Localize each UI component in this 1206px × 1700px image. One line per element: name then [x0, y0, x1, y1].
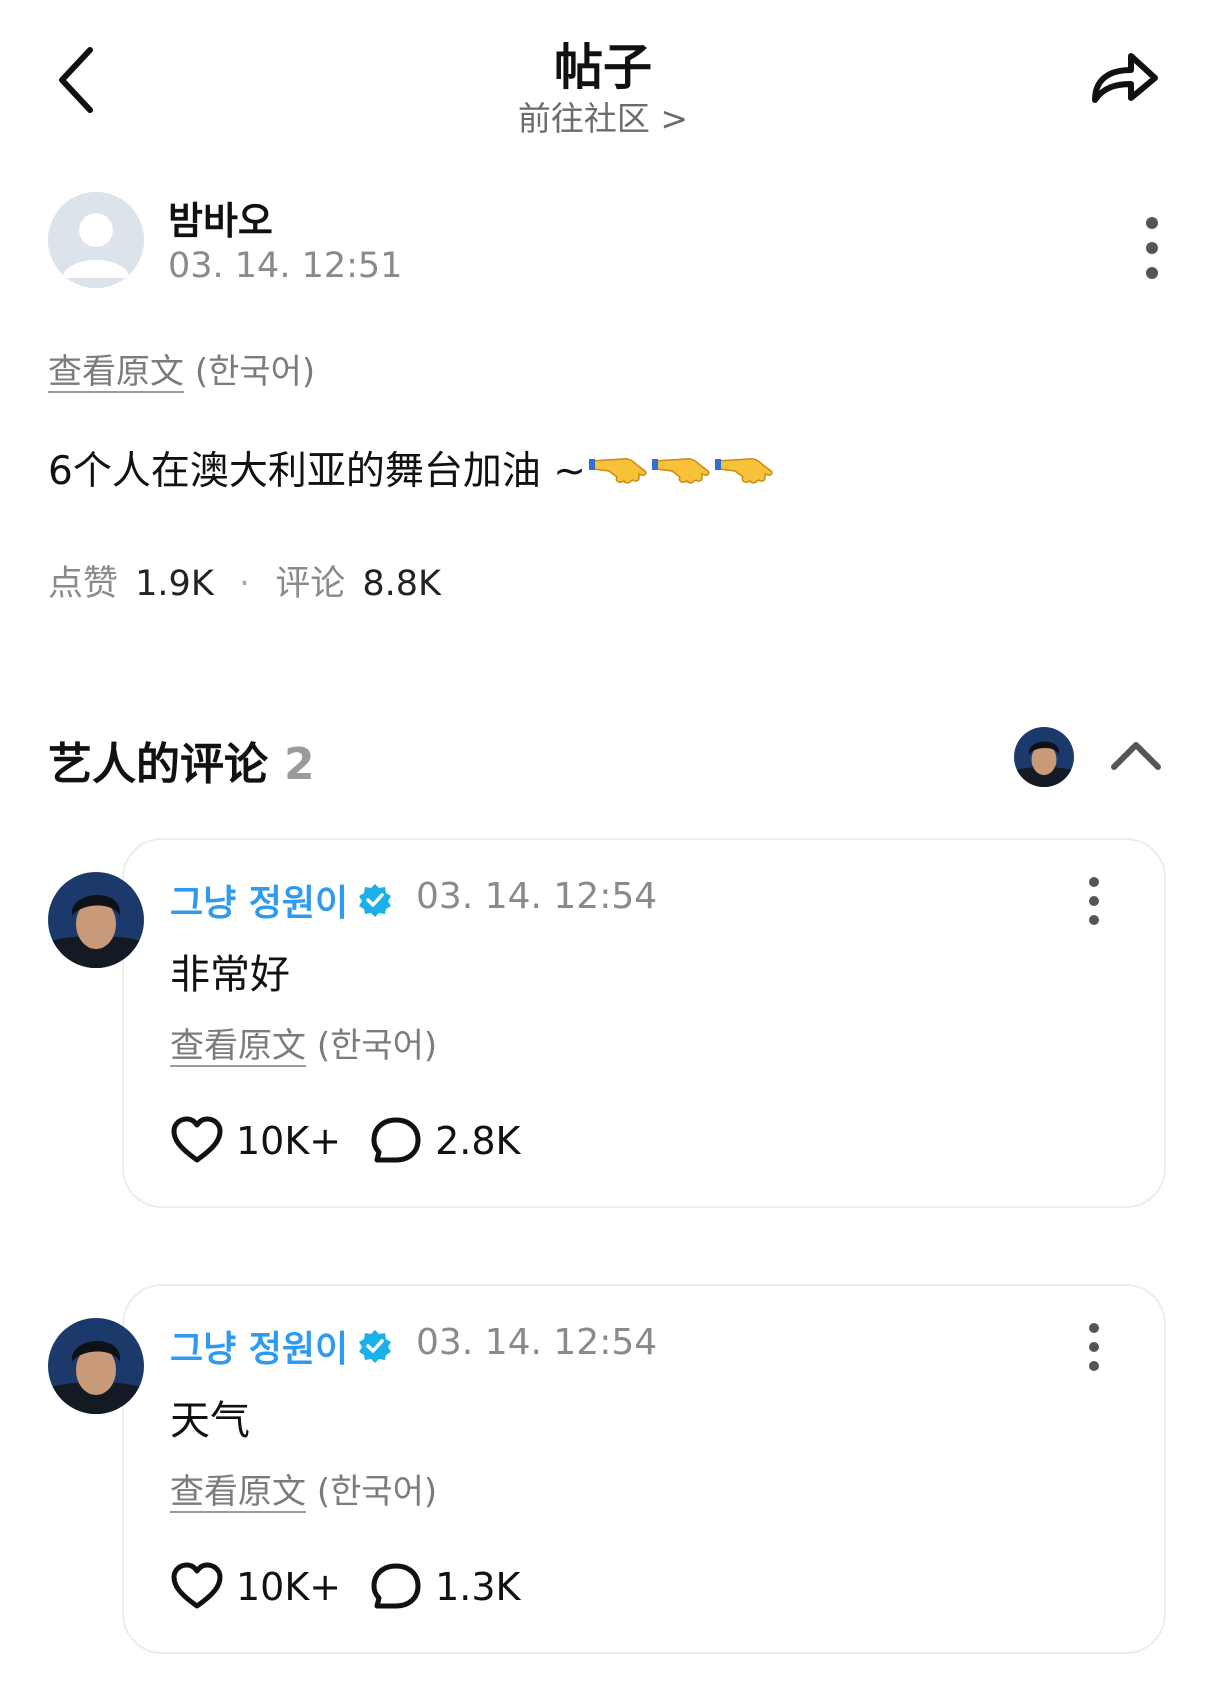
- comment-actions: 10K+ 1.3K: [170, 1562, 520, 1612]
- artist-comments-count: 2: [284, 739, 315, 790]
- artist-portrait-icon: [48, 872, 144, 968]
- artist-avatar[interactable]: [1014, 727, 1074, 787]
- comment-actions: 10K+ 2.8K: [170, 1116, 520, 1166]
- page-title: 帖子: [553, 39, 652, 96]
- comment-bubble-icon: [371, 1563, 421, 1609]
- commenter-name[interactable]: 그냥 정원이: [170, 874, 392, 926]
- original-language: (한국어): [316, 1026, 438, 1066]
- hand-pointing-icon: [588, 458, 647, 484]
- commenter-avatar[interactable]: [48, 872, 144, 968]
- comment-timestamp: 03. 14. 12:54: [416, 1322, 658, 1363]
- comments-label: 评论: [275, 564, 346, 604]
- post-author-name[interactable]: 밤바오: [168, 190, 273, 245]
- share-button[interactable]: [1085, 40, 1165, 120]
- commenter-name-text: 그냥 정원이: [170, 1329, 349, 1370]
- view-original-link[interactable]: 查看原文: [48, 352, 184, 392]
- commenter-avatar[interactable]: [48, 1318, 144, 1414]
- artist-portrait-icon: [1014, 727, 1074, 787]
- reply-count: 2.8K: [435, 1119, 521, 1163]
- post-body: 6个人在澳大利亚的舞台加油 ~: [48, 440, 775, 496]
- stats-separator: ·: [238, 564, 251, 604]
- view-original-row: 查看原文 (한국어): [48, 344, 315, 393]
- view-original-row: 查看原文 (한국어): [170, 1464, 437, 1513]
- view-original-link[interactable]: 查看原文: [170, 1472, 306, 1512]
- share-icon: [1092, 53, 1158, 103]
- artist-comments-title: 艺人的评论 2: [48, 728, 315, 792]
- more-vertical-icon: [1089, 1323, 1099, 1371]
- commenter-name-text: 그냥 정원이: [170, 883, 349, 924]
- comment-more-button[interactable]: [1074, 876, 1114, 926]
- post-stats: 点赞 1.9K · 评论 8.8K: [48, 555, 441, 606]
- comment-timestamp: 03. 14. 12:54: [416, 876, 658, 917]
- view-original-link[interactable]: 查看原文: [170, 1026, 306, 1066]
- like-count: 10K+: [236, 1565, 342, 1609]
- post-text: 6个人在澳大利亚的舞台加油 ~: [48, 449, 586, 494]
- heart-icon: [171, 1562, 223, 1609]
- comment-more-button[interactable]: [1074, 1322, 1114, 1372]
- post-more-button[interactable]: [1132, 215, 1172, 281]
- collapse-button[interactable]: [1108, 735, 1164, 775]
- artist-comments-label: 艺人的评论: [48, 739, 268, 790]
- verified-badge-icon: [359, 884, 392, 917]
- go-to-community-link[interactable]: 前往社区 >: [0, 92, 1206, 140]
- verified-badge-icon: [359, 1330, 392, 1363]
- artist-portrait-icon: [48, 1318, 144, 1414]
- original-language: (한국어): [194, 352, 316, 392]
- post-timestamp: 03. 14. 12:51: [168, 246, 403, 286]
- more-vertical-icon: [1146, 217, 1158, 279]
- more-vertical-icon: [1089, 877, 1099, 925]
- likes-count: 1.9K: [135, 564, 214, 604]
- like-button[interactable]: 10K+: [170, 1562, 341, 1612]
- heart-icon: [171, 1116, 223, 1163]
- hand-pointing-icon: [714, 458, 773, 484]
- comments-count: 8.8K: [362, 564, 441, 604]
- chevron-up-icon: [1111, 742, 1161, 770]
- commenter-name[interactable]: 그냥 정원이: [170, 1320, 392, 1372]
- like-count: 10K+: [236, 1119, 342, 1163]
- like-button[interactable]: 10K+: [170, 1116, 341, 1166]
- comment-text: 非常好: [170, 952, 290, 998]
- reply-button[interactable]: 2.8K: [369, 1116, 520, 1166]
- avatar[interactable]: [48, 192, 144, 288]
- default-avatar-icon: [48, 192, 144, 288]
- comment-bubble-icon: [371, 1117, 421, 1163]
- reply-button[interactable]: 1.3K: [369, 1562, 520, 1612]
- likes-label: 点赞: [48, 564, 119, 604]
- reply-count: 1.3K: [435, 1565, 521, 1609]
- original-language: (한국어): [316, 1472, 438, 1512]
- comment-text: 天气: [170, 1398, 250, 1444]
- hand-pointing-icon: [651, 458, 710, 484]
- view-original-row: 查看原文 (한국어): [170, 1018, 437, 1067]
